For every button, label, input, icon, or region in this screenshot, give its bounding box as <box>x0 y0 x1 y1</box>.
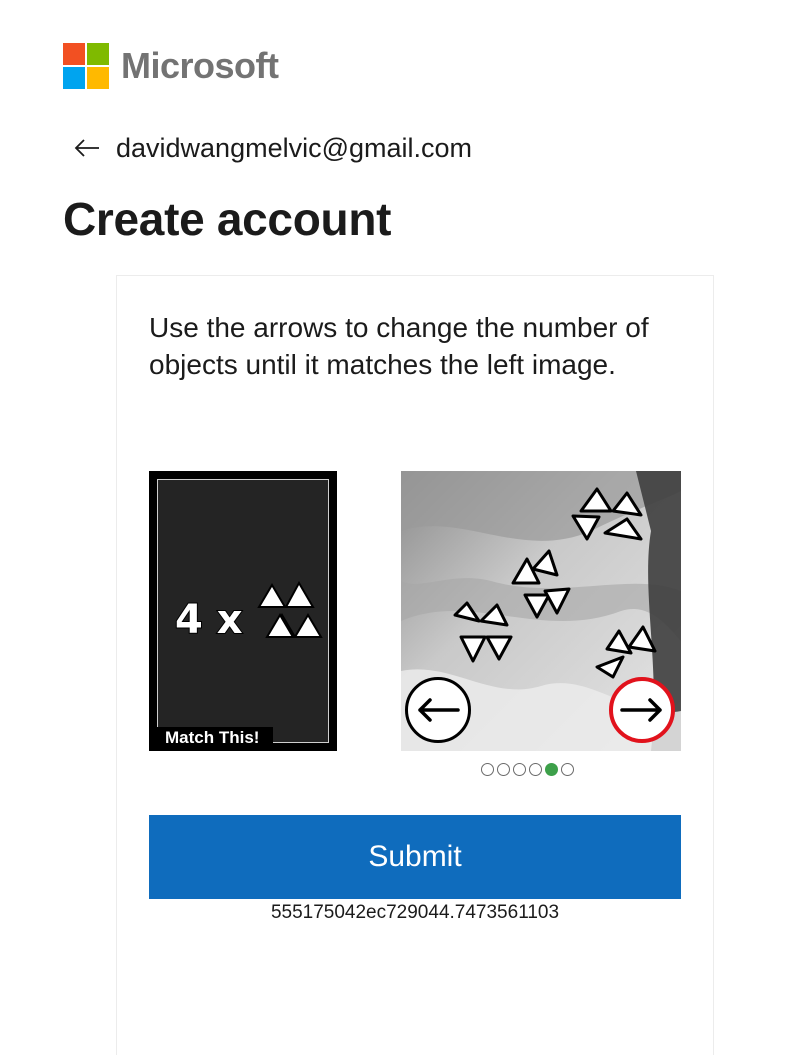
arrow-right-icon <box>620 698 662 722</box>
reference-triangles-graphic: 4 x <box>174 580 323 644</box>
microsoft-logo-icon <box>63 43 109 89</box>
position-dot <box>529 763 542 776</box>
submit-button[interactable]: Submit <box>149 815 681 899</box>
arrow-left-icon <box>418 698 460 722</box>
back-button[interactable] <box>72 133 102 163</box>
next-arrow-button[interactable] <box>609 677 675 743</box>
challenge-instructions: Use the arrows to change the number of o… <box>149 312 649 380</box>
position-dot <box>513 763 526 776</box>
position-dot <box>497 763 510 776</box>
puzzle-image <box>401 471 681 751</box>
match-this-label: Match This! <box>157 727 274 749</box>
previous-arrow-button[interactable] <box>405 677 471 743</box>
microsoft-brand: Microsoft <box>63 43 279 89</box>
reference-image: 4 x Match This! <box>149 471 337 751</box>
brand-name: Microsoft <box>121 45 279 86</box>
position-dot-active <box>545 763 558 776</box>
reference-count-text: 4 x <box>175 597 243 643</box>
position-dot <box>561 763 574 776</box>
page-title: Create account <box>63 193 392 245</box>
account-email: davidwangmelvic@gmail.com <box>116 132 473 163</box>
identity-banner: davidwangmelvic@gmail.com <box>72 130 472 166</box>
session-id: 555175042ec729044.7473561103 <box>270 902 560 923</box>
arrow-left-icon <box>74 139 99 157</box>
puzzle-position-indicator <box>481 763 574 779</box>
position-dot <box>481 763 494 776</box>
